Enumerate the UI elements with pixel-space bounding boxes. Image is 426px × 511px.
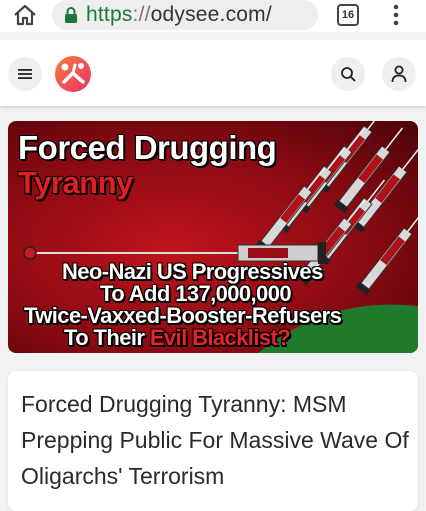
thumbnail-caption-line4-red: Evil Blacklist? [149,325,291,350]
thumbnail-title-line2: Tyranny [18,165,133,200]
video-thumbnail[interactable]: Forced Drugging Tyranny Neo-Nazi US Prog… [8,121,418,353]
search-icon [341,67,356,82]
menu-button[interactable] [8,57,42,91]
account-button[interactable] [382,57,416,91]
video-title-card: Forced Drugging Tyranny: MSM Prepping Pu… [8,371,418,511]
odysee-logo[interactable] [54,55,92,93]
hamburger-icon [18,69,32,79]
url-text: https://odysee.com/ [86,3,272,27]
search-button[interactable] [331,57,365,91]
address-bar[interactable]: https://odysee.com/ [52,0,318,30]
url-scheme: https [86,3,133,26]
site-header [0,40,426,106]
thumbnail-caption-line4-white: To Their [64,325,150,350]
url-separator: :// [132,3,151,26]
user-icon [391,65,407,83]
home-icon[interactable] [12,3,38,27]
tab-switcher-button[interactable]: 16 [337,4,359,26]
thumbnail-caption-line4: To Their Evil Blacklist? [64,325,291,351]
url-host: odysee.com/ [150,3,272,26]
browser-toolbar: https://odysee.com/ 16 [0,0,426,32]
thumbnail-title-line1: Forced Drugging [18,129,277,166]
video-title[interactable]: Forced Drugging Tyranny: MSM Prepping Pu… [21,386,411,494]
lock-icon [64,7,78,23]
more-menu-icon[interactable] [388,3,404,27]
